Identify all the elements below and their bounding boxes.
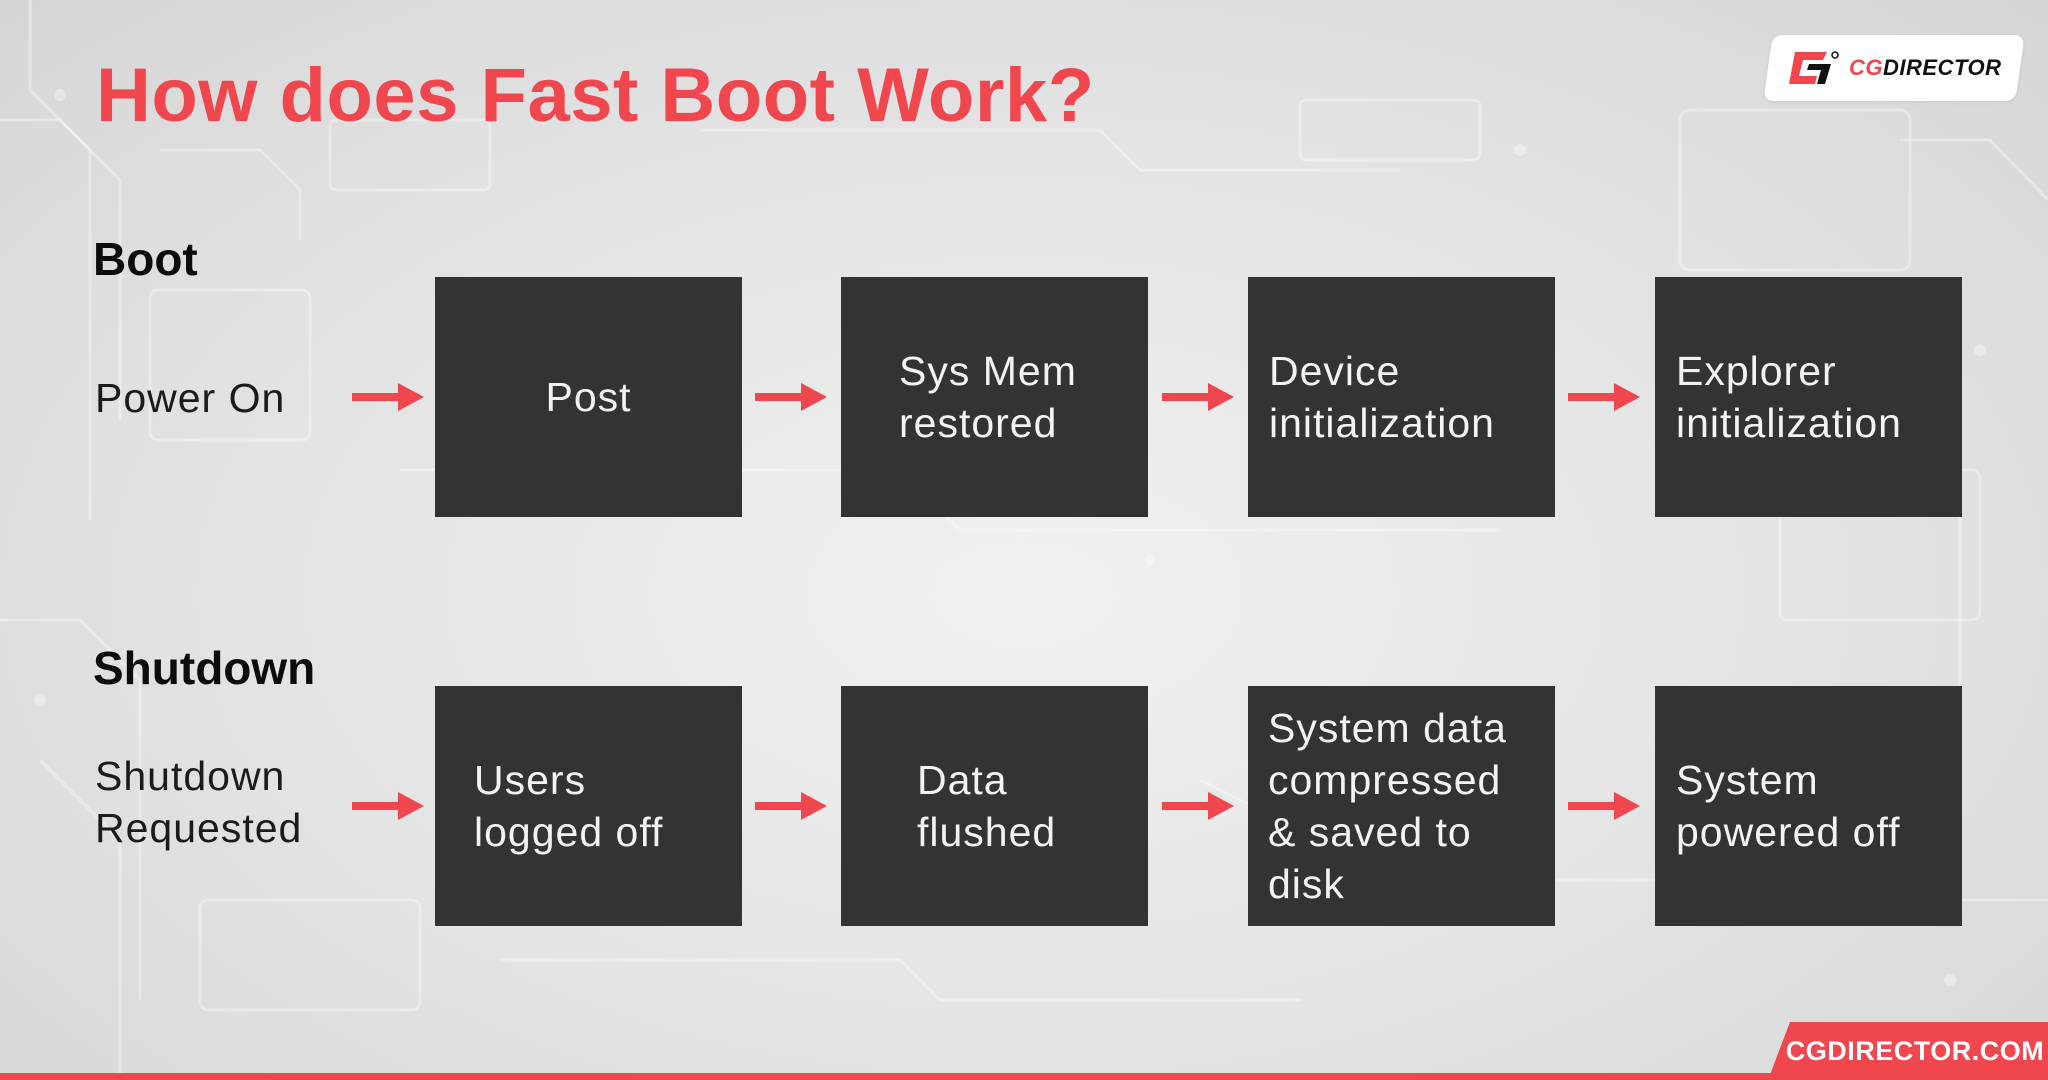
arrow-right-icon	[1162, 792, 1234, 820]
shutdown-start-label: Shutdown Requested	[95, 753, 303, 851]
shutdown-section-label: Shutdown	[93, 642, 316, 694]
arrow-right-icon	[755, 792, 827, 820]
boot-step-post: Post	[435, 277, 742, 517]
boot-step-explorer-initialization: Explorer initialization	[1655, 277, 1962, 517]
page-title: How does Fast Boot Work?	[96, 53, 1095, 138]
logo-wordmark: CGDIRECTOR	[1848, 55, 2002, 80]
arrow-right-icon	[1162, 383, 1234, 411]
arrow-right-icon	[755, 383, 827, 411]
shutdown-step-data-flushed: Data flushed	[841, 686, 1148, 926]
arrow-right-icon	[1568, 792, 1640, 820]
footer-site-tag: CGDIRECTOR.COM	[1768, 1022, 2048, 1080]
shutdown-step-system-powered-off: System powered off	[1655, 686, 1962, 926]
cg-logo-mark-icon	[1788, 51, 1839, 84]
boot-section-label: Boot	[93, 233, 198, 285]
shutdown-step-users-logged-off: Users logged off	[435, 686, 742, 926]
footer-site-url: CGDIRECTOR.COM	[1785, 1035, 2045, 1066]
cgdirector-logo: CGDIRECTOR	[1763, 35, 2025, 101]
boot-step-sys-mem-restored: Sys Mem restored	[841, 277, 1148, 517]
arrow-right-icon	[352, 792, 424, 820]
boot-step-device-initialization: Device initialization	[1248, 277, 1555, 517]
footer-accent-bar	[0, 1073, 2048, 1080]
arrow-right-icon	[1568, 383, 1640, 411]
boot-start-label: Power On	[95, 375, 286, 421]
arrow-right-icon	[352, 383, 424, 411]
shutdown-step-system-data-compressed: System data compressed & saved to disk	[1248, 686, 1555, 926]
